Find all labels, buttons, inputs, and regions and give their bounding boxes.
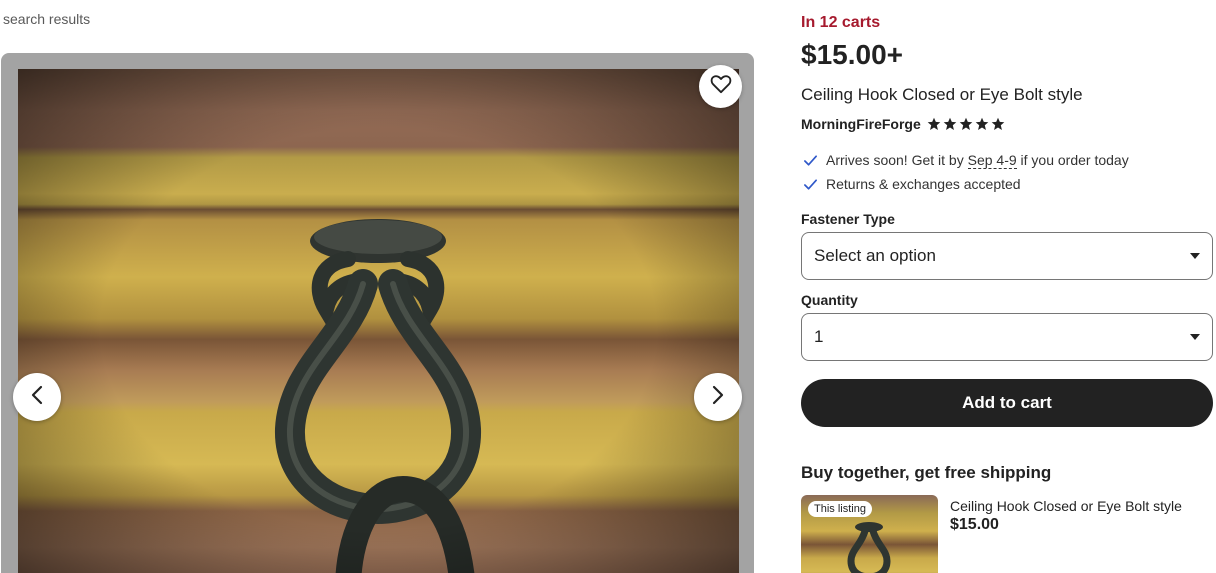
shop-name-link[interactable]: MorningFireForge xyxy=(801,116,921,132)
fastener-type-value: Select an option xyxy=(814,246,936,265)
star-icon xyxy=(975,117,989,130)
star-icon xyxy=(927,117,941,130)
favorite-button[interactable] xyxy=(699,65,742,108)
image-gallery xyxy=(1,53,754,573)
buy-together-heading: Buy together, get free shipping xyxy=(801,463,1052,482)
chevron-left-icon xyxy=(30,385,44,410)
quantity-label: Quantity xyxy=(801,292,858,308)
chevron-right-icon xyxy=(711,385,725,410)
bundle-item-price: $15.00 xyxy=(950,516,999,533)
star-icon xyxy=(959,117,973,130)
checkmark-icon xyxy=(803,153,818,168)
fastener-type-label: Fastener Type xyxy=(801,211,895,227)
shop-row: MorningFireForge xyxy=(801,116,1005,132)
star-icon xyxy=(991,117,1005,130)
this-listing-badge: This listing xyxy=(808,501,872,517)
arrives-suffix: if you order today xyxy=(1016,152,1129,168)
bundle-item-thumbnail[interactable]: This listing xyxy=(801,495,938,573)
arrives-prefix: Arrives soon! Get it by xyxy=(826,152,968,168)
next-image-button[interactable] xyxy=(694,373,742,421)
add-to-cart-button[interactable]: Add to cart xyxy=(801,379,1213,427)
previous-image-button[interactable] xyxy=(13,373,61,421)
caret-down-icon xyxy=(1190,253,1200,259)
quantity-select[interactable]: 1 xyxy=(801,313,1213,361)
returns-text: Returns & exchanges accepted xyxy=(826,176,1021,192)
perk-returns: Returns & exchanges accepted xyxy=(803,176,1021,192)
caret-down-icon xyxy=(1190,334,1200,340)
listing-page: search results In 12 carts $15.00+ Ceili… xyxy=(0,0,1216,573)
perk-arrives-soon: Arrives soon! Get it by Sep 4-9 if you o… xyxy=(803,152,1129,169)
heart-icon xyxy=(710,74,732,99)
listing-title: Ceiling Hook Closed or Eye Bolt style xyxy=(801,85,1083,104)
in-carts-notice: In 12 carts xyxy=(801,14,881,31)
arrives-date[interactable]: Sep 4-9 xyxy=(967,152,1017,169)
fastener-type-select[interactable]: Select an option xyxy=(801,232,1213,280)
star-icon xyxy=(943,117,957,130)
listing-price: $15.00+ xyxy=(801,39,903,70)
ceiling-hook-image xyxy=(18,69,739,573)
shop-rating-stars[interactable] xyxy=(927,117,1005,131)
quantity-value: 1 xyxy=(814,327,824,346)
listing-photo xyxy=(18,69,739,573)
checkmark-icon xyxy=(803,177,818,192)
breadcrumb-search-results[interactable]: search results xyxy=(3,11,90,27)
bundle-item-title[interactable]: Ceiling Hook Closed or Eye Bolt style xyxy=(950,498,1182,514)
